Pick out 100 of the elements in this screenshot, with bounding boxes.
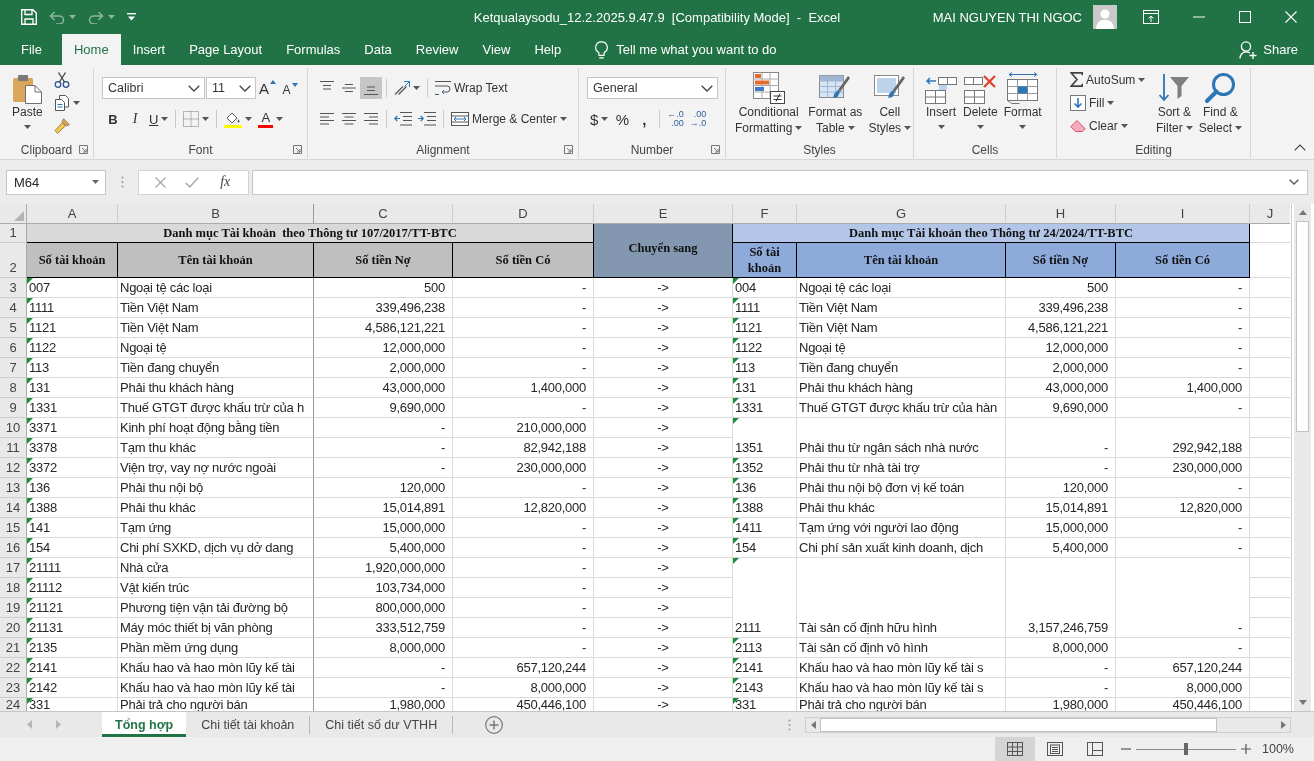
font-color-button[interactable]: A bbox=[255, 108, 287, 130]
column-header[interactable]: I bbox=[1116, 204, 1250, 224]
scroll-down-arrow-icon[interactable] bbox=[1298, 700, 1307, 705]
zoom-slider-thumb[interactable] bbox=[1184, 743, 1188, 755]
formula-input[interactable] bbox=[252, 169, 1308, 195]
ribbon-tab[interactable]: File bbox=[9, 34, 54, 65]
comma-style-button[interactable]: , bbox=[633, 108, 656, 130]
ribbon-tab[interactable]: Data bbox=[352, 34, 404, 65]
expand-chevron-icon[interactable] bbox=[1289, 179, 1299, 185]
grow-font-button[interactable]: A bbox=[256, 77, 279, 99]
dialog-launcher-icon[interactable] bbox=[293, 145, 302, 154]
row-header[interactable]: 21 bbox=[0, 638, 27, 658]
zoom-level[interactable]: 100% bbox=[1262, 742, 1294, 756]
ribbon-tab[interactable]: Page Layout bbox=[177, 34, 275, 65]
row-header[interactable]: 12 bbox=[0, 458, 27, 478]
shrink-font-button[interactable]: A bbox=[279, 77, 301, 99]
cancel-button[interactable] bbox=[154, 176, 166, 188]
font-size-dropdown[interactable]: 11 bbox=[206, 77, 256, 99]
vertical-scrollbar[interactable] bbox=[1294, 204, 1311, 711]
row-header[interactable]: 9 bbox=[0, 398, 27, 418]
underline-button[interactable]: U bbox=[146, 108, 172, 130]
normal-view-button[interactable] bbox=[995, 737, 1035, 761]
column-header[interactable]: F bbox=[733, 204, 797, 224]
ribbon-tab[interactable]: Review bbox=[403, 34, 471, 65]
row-header[interactable]: 11 bbox=[0, 438, 27, 458]
ribbon-tab[interactable]: Help bbox=[522, 34, 574, 65]
column-header[interactable]: J bbox=[1250, 204, 1290, 224]
autosum-button[interactable]: AutoSum bbox=[1067, 68, 1153, 91]
accounting-format-button[interactable]: $ bbox=[587, 108, 612, 130]
scrollbar-thumb[interactable] bbox=[1296, 221, 1309, 432]
font-name-dropdown[interactable]: Calibri bbox=[102, 77, 205, 99]
horizontal-scrollbar[interactable] bbox=[805, 716, 1291, 733]
row-header[interactable]: 14 bbox=[0, 498, 27, 518]
align-bottom-button[interactable] bbox=[360, 77, 382, 99]
row-header[interactable]: 23 bbox=[0, 678, 27, 698]
format-as-table-button[interactable]: Format as Table bbox=[805, 68, 866, 141]
row-header[interactable]: 16 bbox=[0, 538, 27, 558]
enter-button[interactable] bbox=[184, 176, 199, 188]
decrease-decimal-button[interactable]: .00 →.0 bbox=[686, 108, 710, 130]
row-header[interactable]: 19 bbox=[0, 598, 27, 618]
row-header[interactable]: 8 bbox=[0, 378, 27, 398]
number-format-dropdown[interactable]: General bbox=[587, 77, 718, 99]
wrap-text-button[interactable]: Wrap Text bbox=[432, 77, 511, 99]
scroll-left-arrow-icon[interactable] bbox=[810, 720, 816, 729]
sheet-tab[interactable]: Chi tiết số dư VTHH bbox=[310, 712, 453, 737]
column-header[interactable]: D bbox=[453, 204, 594, 224]
delete-cells-button[interactable]: Delete bbox=[960, 68, 1001, 141]
row-header[interactable]: 5 bbox=[0, 318, 27, 338]
ribbon-tab[interactable]: Formulas bbox=[274, 34, 353, 65]
add-sheet-icon[interactable] bbox=[485, 715, 504, 734]
row-header[interactable]: 7 bbox=[0, 358, 27, 378]
scroll-right-arrow-icon[interactable] bbox=[1280, 720, 1286, 729]
column-header[interactable]: C bbox=[314, 204, 453, 224]
name-box[interactable]: M64 bbox=[6, 169, 106, 195]
italic-button[interactable]: I bbox=[124, 108, 146, 130]
conditional-formatting-button[interactable]: Conditional Formatting bbox=[732, 68, 806, 141]
row-header[interactable]: 18 bbox=[0, 578, 27, 598]
increase-decimal-button[interactable]: ←.0 .00 bbox=[664, 108, 687, 130]
ribbon-tab[interactable]: Home bbox=[61, 34, 121, 65]
ribbon-tab[interactable]: Insert bbox=[120, 34, 178, 65]
column-header[interactable]: H bbox=[1006, 204, 1116, 224]
column-header[interactable]: B bbox=[118, 204, 314, 224]
paste-button[interactable]: Paste bbox=[0, 68, 51, 141]
insert-cells-button[interactable]: Insert bbox=[922, 68, 960, 141]
row-header[interactable]: 4 bbox=[0, 298, 27, 318]
row-header[interactable]: 24 bbox=[0, 698, 27, 711]
ribbon-tab[interactable]: View bbox=[470, 34, 523, 65]
column-header[interactable]: A bbox=[27, 204, 118, 224]
scrollbar-thumb[interactable] bbox=[820, 717, 1217, 732]
column-header[interactable]: G bbox=[797, 204, 1006, 224]
cell-styles-button[interactable]: Cell Styles bbox=[865, 68, 915, 141]
column-header[interactable]: E bbox=[594, 204, 733, 224]
merge-center-button[interactable]: Merge & Center bbox=[448, 108, 570, 130]
dialog-launcher-icon[interactable] bbox=[564, 145, 573, 154]
row-header[interactable]: 10 bbox=[0, 418, 27, 438]
row-header[interactable]: 20 bbox=[0, 618, 27, 638]
row-header[interactable]: 6 bbox=[0, 338, 27, 358]
bold-button[interactable]: B bbox=[102, 108, 124, 130]
share-button[interactable]: Share bbox=[1239, 34, 1298, 65]
zoom-in-icon[interactable] bbox=[1241, 744, 1251, 754]
scroll-up-arrow-icon[interactable] bbox=[1298, 210, 1307, 215]
clear-button[interactable]: Clear bbox=[1067, 114, 1153, 137]
row-header[interactable]: 15 bbox=[0, 518, 27, 538]
collapse-ribbon-icon[interactable] bbox=[1294, 144, 1306, 151]
row-header[interactable]: 17 bbox=[0, 558, 27, 578]
format-cells-button[interactable]: Format bbox=[1000, 68, 1045, 141]
insert-function-button[interactable]: fx bbox=[218, 174, 233, 190]
user-name[interactable]: MAI NGUYEN THI NGOC bbox=[932, 9, 1082, 25]
row-header[interactable]: 13 bbox=[0, 478, 27, 498]
row-header[interactable]: 3 bbox=[0, 278, 27, 298]
find-select-button[interactable]: Find & Select bbox=[1195, 68, 1246, 141]
fill-button[interactable]: Fill bbox=[1067, 91, 1153, 114]
tell-me-search-field[interactable]: Tell me what you want to do bbox=[616, 34, 817, 65]
percent-style-button[interactable]: % bbox=[611, 108, 634, 130]
dialog-launcher-icon[interactable] bbox=[79, 145, 88, 154]
sheet-tab[interactable]: Chi tiết tài khoản bbox=[186, 712, 310, 737]
sheet-tab[interactable]: Tổng hợp bbox=[102, 712, 187, 737]
row-header[interactable]: 2 bbox=[0, 243, 27, 278]
row-header[interactable]: 1 bbox=[0, 224, 27, 243]
dialog-launcher-icon[interactable] bbox=[711, 145, 720, 154]
